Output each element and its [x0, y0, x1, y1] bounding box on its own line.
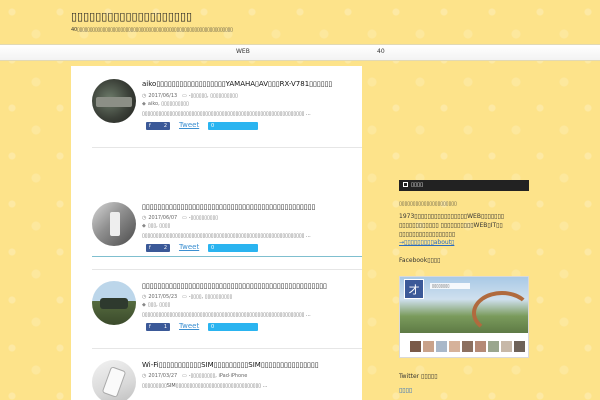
facebook-page-logo[interactable]: オ — [404, 279, 424, 299]
site-title[interactable]: ▯▯▯▯▯▯▯▯▯▯▯▯▯▯▯▯▯▯▯▯ — [71, 10, 192, 23]
post-title[interactable]: aiko▯▯▯▯▯▯▯▯▯▯▯▯▯▯▯▯▯▯YAMAHA▯AV▯▯▯RX-V78… — [142, 80, 332, 88]
post-excerpt: ▯▯▯▯▯▯▯▯▯▯▯▯▯▯▯▯▯▯▯▯▯▯▯▯▯▯▯▯▯▯▯▯▯▯▯▯▯▯▯▯… — [142, 111, 311, 117]
post-list: aiko▯▯▯▯▯▯▯▯▯▯▯▯▯▯▯▯▯▯YAMAHA▯AV▯▯▯RX-V78… — [71, 66, 362, 400]
tweet-button[interactable]: Tweet — [179, 121, 199, 129]
tweet-button[interactable]: Tweet — [179, 322, 199, 330]
tweet-button[interactable]: Tweet — [179, 243, 199, 251]
avatar[interactable] — [514, 341, 525, 352]
next-widget-title: ▯▯▯▯ — [399, 387, 413, 394]
folder-icon: ▭ — [181, 215, 187, 221]
pocket-button[interactable]: 0 — [208, 122, 258, 130]
profile-widget-title: ▯▯▯▯ — [411, 182, 424, 188]
post-title[interactable]: ▯▯▯▯▯▯▯▯▯▯▯▯▯▯▯▯▯▯▯▯▯▯▯▯▯▯▯▯▯▯▯▯▯▯▯▯▯▯▯▯… — [142, 203, 315, 211]
avatar[interactable] — [501, 341, 512, 352]
post-thumbnail[interactable] — [92, 79, 136, 123]
facebook-share-count: 2 — [163, 245, 167, 251]
post-categories[interactable]: -▯▯▯▯▯▯▯▯▯▯ — [189, 215, 218, 221]
post-thumbnail[interactable] — [92, 202, 136, 246]
bridge-graphic — [472, 291, 528, 335]
folder-icon: ▭ — [181, 93, 187, 99]
twitter-widget-title: Twitter ▯▯▯▯▯ — [399, 373, 438, 380]
avatar[interactable] — [449, 341, 460, 352]
post-thumbnail[interactable] — [92, 360, 136, 400]
facebook-share-button[interactable]: f2 — [146, 244, 170, 252]
nav-item-web[interactable]: WEB — [236, 48, 250, 55]
post-tag-list[interactable]: aiko, ▯▯▯▯▯▯▯▯▯▯ — [148, 101, 189, 107]
profile-widget-header: ▯▯▯▯ — [399, 180, 529, 191]
tag-icon: ◆ — [142, 101, 146, 107]
post-excerpt: ▯▯▯▯▯▯▯▯▯SIM▯▯▯▯▯▯▯▯▯▯▯▯▯▯▯▯▯▯▯▯▯▯▯▯▯▯▯▯… — [142, 383, 268, 389]
main-nav: WEB 40 — [0, 44, 600, 61]
facebook-fan-avatars — [410, 341, 528, 353]
post-title[interactable]: ▯▯▯▯▯▯▯▯▯▯▯▯▯▯▯▯▯▯▯▯▯▯▯▯▯▯▯▯▯▯▯▯▯▯▯▯▯▯▯▯… — [142, 282, 327, 290]
post-meta: ◷ 2017/06/07 ▭ -▯▯▯▯▯▯▯▯▯▯ — [142, 215, 218, 221]
post-date: 2017/06/13 — [148, 93, 178, 99]
clock-icon: ◷ — [142, 294, 147, 300]
ad-section-divider — [92, 256, 362, 257]
avatar[interactable] — [436, 341, 447, 352]
post-tags: ◆ ▯▯▯, ▯▯▯▯ — [142, 223, 170, 229]
post-excerpt: ▯▯▯▯▯▯▯▯▯▯▯▯▯▯▯▯▯▯▯▯▯▯▯▯▯▯▯▯▯▯▯▯▯▯▯▯▯▯▯▯… — [142, 312, 311, 318]
profile-name: ▯▯▯▯▯▯▯▯▯▯▯▯▯▯▯▯▯▯▯▯▯ — [399, 201, 457, 207]
post-divider — [92, 269, 362, 270]
facebook-like-button[interactable]: ▯▯▯▯▯▯▯▯ — [430, 283, 470, 289]
post-date: 2017/03/27 — [148, 373, 178, 379]
facebook-share-button[interactable]: f1 — [146, 323, 170, 331]
avatar[interactable] — [475, 341, 486, 352]
post-meta: ◷ 2017/03/27 ▭ -▯▯▯▯▯▯▯▯▯, iPad·iPhone — [142, 373, 247, 379]
square-icon — [403, 182, 408, 187]
about-link[interactable]: →▯▯▯▯▯▯▯▯▯about▯ — [399, 239, 454, 246]
post-tags: ◆ ▯▯▯, ▯▯▯▯ — [142, 302, 170, 308]
clock-icon: ◷ — [142, 373, 147, 379]
folder-icon: ▭ — [181, 373, 187, 379]
tag-icon: ◆ — [142, 223, 146, 229]
facebook-share-count: 1 — [163, 324, 167, 330]
site-description: 40▯▯▯▯▯▯▯▯▯▯▯▯▯▯▯▯▯▯▯▯▯▯▯▯▯▯▯▯▯▯▯▯▯▯▯▯▯▯… — [71, 27, 233, 33]
pocket-button[interactable]: 0 — [208, 244, 258, 252]
facebook-icon: f — [149, 245, 151, 251]
avatar[interactable] — [462, 341, 473, 352]
avatar[interactable] — [488, 341, 499, 352]
post-divider — [92, 348, 362, 349]
post-tag-list[interactable]: ▯▯▯, ▯▯▯▯ — [148, 223, 170, 229]
post-categories[interactable]: -▯▯▯▯▯▯▯▯▯, iPad·iPhone — [189, 373, 248, 379]
facebook-share-button[interactable]: f2 — [146, 122, 170, 130]
post-divider — [92, 147, 362, 148]
profile-text-line2: ▯▯▯▯▯▯▯▯▯▯▯▯ ▯▯▯▯▯▯▯▯▯▯WEB▯IT▯▯ — [399, 222, 503, 229]
avatar[interactable] — [410, 341, 421, 352]
post-title[interactable]: Wi-Fi▯▯▯▯▯▯▯▯▯▯▯SIM▯▯▯▯▯▯▯▯▯SIM▯▯▯▯▯▯▯▯▯… — [142, 361, 319, 369]
profile-text-line1: 1973▯▯▯▯▯▯▯▯▯▯▯▯▯▯▯▯WEB▯▯▯▯▯▯▯ — [399, 213, 505, 220]
post-date: 2017/06/07 — [148, 215, 178, 221]
post-tag-list[interactable]: ▯▯▯, ▯▯▯▯ — [148, 302, 170, 308]
post-thumbnail[interactable] — [92, 281, 136, 325]
post-categories[interactable]: -▯▯▯▯, ▯▯▯▯▯▯▯▯▯▯ — [189, 294, 233, 300]
post-excerpt: ▯▯▯▯▯▯▯▯▯▯▯▯▯▯▯▯▯▯▯▯▯▯▯▯▯▯▯▯▯▯▯▯▯▯▯▯▯▯▯▯… — [142, 233, 311, 239]
post-tags: ◆ aiko, ▯▯▯▯▯▯▯▯▯▯ — [142, 101, 189, 107]
clock-icon: ◷ — [142, 93, 147, 99]
facebook-page-widget[interactable]: オ ▯▯▯▯▯▯▯▯ — [399, 276, 529, 358]
tag-icon: ◆ — [142, 302, 146, 308]
folder-icon: ▭ — [181, 294, 187, 300]
facebook-share-count: 2 — [163, 123, 167, 129]
clock-icon: ◷ — [142, 215, 147, 221]
avatar[interactable] — [423, 341, 434, 352]
profile-text-line3: ▯▯▯▯▯▯▯▯▯▯▯▯▯▯▯▯▯ — [399, 231, 456, 238]
post-date: 2017/05/23 — [148, 294, 178, 300]
facebook-widget-title: Facebook▯▯▯▯ — [399, 257, 441, 264]
post-meta: ◷ 2017/06/13 ▭ -▯▯▯▯▯▯, ▯▯▯▯▯▯▯▯▯▯ — [142, 93, 238, 99]
nav-item-40[interactable]: 40 — [377, 48, 385, 55]
facebook-icon: f — [149, 123, 151, 129]
facebook-icon: f — [149, 324, 151, 330]
post-meta: ◷ 2017/05/23 ▭ -▯▯▯▯, ▯▯▯▯▯▯▯▯▯▯ — [142, 294, 232, 300]
pocket-button[interactable]: 0 — [208, 323, 258, 331]
post-categories[interactable]: -▯▯▯▯▯▯, ▯▯▯▯▯▯▯▯▯▯ — [189, 93, 238, 99]
